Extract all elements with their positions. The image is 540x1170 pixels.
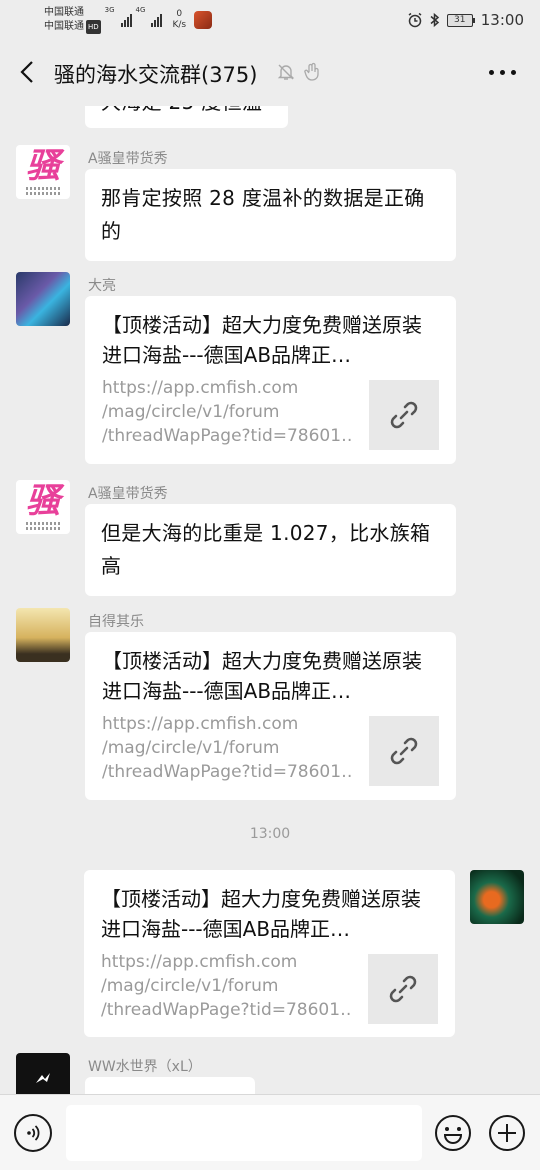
status-time: 13:00 bbox=[480, 11, 524, 29]
link-url: https://app.cmfish.com/mag/circle/v1/for… bbox=[101, 952, 351, 1020]
message-bubble[interactable]: 但是大海的比重是 1.027，比水族箱高 bbox=[85, 504, 456, 596]
sender-name: A骚皇带货秀 bbox=[88, 151, 168, 167]
sender-name: 自得其乐 bbox=[88, 614, 144, 630]
chat-header: 骚的海水交流群(375) bbox=[0, 40, 540, 106]
chat-message-list[interactable]: 大海是 25 度恒温 骚 A骚皇带货秀 那肯定按照 28 度温补的数据是正确的 … bbox=[0, 106, 540, 1094]
brand-logo-icon bbox=[36, 1073, 50, 1083]
time-divider: 13:00 bbox=[249, 826, 291, 842]
link-icon bbox=[390, 737, 418, 765]
hand-icon bbox=[304, 62, 319, 81]
bluetooth-icon bbox=[430, 12, 439, 28]
hd-badge: HD bbox=[86, 20, 101, 34]
link-card[interactable]: 【顶楼活动】超大力度免费赠送原装进口海盐---德国AB品牌正… https://… bbox=[85, 296, 456, 464]
voice-icon bbox=[27, 1125, 40, 1141]
sender-name: WW水世界（xL） bbox=[88, 1059, 202, 1075]
signal-icon bbox=[120, 13, 132, 27]
link-title: 【顶楼活动】超大力度免费赠送原装进口海盐---德国AB品牌正… bbox=[101, 887, 421, 941]
avatar[interactable] bbox=[16, 272, 70, 326]
app-notification-icon bbox=[194, 11, 213, 29]
speed-unit: K/s bbox=[172, 20, 187, 30]
net-speed: 0 K/s bbox=[172, 9, 186, 31]
chat-title: 骚的海水交流群(375) bbox=[54, 63, 258, 87]
avatar[interactable]: 骚 bbox=[16, 480, 70, 534]
link-thumbnail bbox=[368, 954, 438, 1024]
message-input[interactable] bbox=[66, 1105, 422, 1161]
net-type-2: 4G bbox=[135, 6, 146, 14]
mute-icon bbox=[277, 64, 295, 80]
plus-icon[interactable] bbox=[488, 1114, 526, 1152]
my-avatar[interactable] bbox=[470, 870, 524, 924]
status-bar: 中国联通 中国联通 HD 3G 4G 0 K/s 31 13:00 bbox=[0, 0, 540, 40]
carrier-1: 中国联通 bbox=[44, 7, 84, 18]
avatar[interactable] bbox=[16, 608, 70, 662]
link-title: 【顶楼活动】超大力度免费赠送原装进口海盐---德国AB品牌正… bbox=[102, 313, 422, 367]
link-url: https://app.cmfish.com/mag/circle/v1/for… bbox=[102, 714, 352, 782]
link-thumbnail bbox=[369, 380, 439, 450]
link-icon bbox=[390, 401, 418, 429]
alarm-icon bbox=[408, 12, 422, 28]
avatar-logo-text: 骚 bbox=[26, 481, 60, 521]
net-type-1: 3G bbox=[104, 6, 115, 14]
link-card[interactable]: 【顶楼活动】超大力度免费赠送原装进口海盐---德国AB品牌正… https://… bbox=[84, 870, 455, 1037]
message-text: 但是大海的比重是 1.027，比水族箱高 bbox=[101, 521, 431, 578]
link-card[interactable]: 【顶楼活动】超大力度免费赠送原装进口海盐---德国AB品牌正… https://… bbox=[85, 632, 456, 800]
avatar[interactable]: 骚 bbox=[16, 145, 70, 199]
emoji-icon[interactable] bbox=[434, 1114, 472, 1152]
sender-name: A骚皇带货秀 bbox=[88, 486, 168, 502]
link-icon bbox=[389, 975, 417, 1003]
message-text: 那肯定按照 28 度温补的数据是正确的 bbox=[101, 186, 425, 243]
message-bubble[interactable]: 那肯定按照 28 度温补的数据是正确的 bbox=[85, 169, 456, 261]
link-thumbnail bbox=[369, 716, 439, 786]
sender-name: 大亮 bbox=[88, 278, 116, 294]
voice-button[interactable] bbox=[14, 1114, 52, 1152]
carrier-2: 中国联通 bbox=[44, 21, 84, 32]
battery-icon: 31 bbox=[446, 13, 475, 27]
avatar-logo-text: 骚 bbox=[26, 146, 60, 186]
link-url: https://app.cmfish.com/mag/circle/v1/for… bbox=[102, 378, 352, 446]
carrier-info: 中国联通 中国联通 HD bbox=[44, 6, 101, 34]
back-icon[interactable] bbox=[16, 60, 40, 84]
speed-value: 0 bbox=[176, 9, 183, 19]
signal-icon-2 bbox=[151, 13, 163, 27]
message-bubble[interactable]: 大海是 25 度恒温 bbox=[85, 106, 288, 128]
message-text: 大海是 25 度恒温 bbox=[85, 106, 288, 132]
avatar[interactable] bbox=[16, 1053, 70, 1094]
more-icon[interactable] bbox=[489, 70, 516, 75]
input-bar bbox=[0, 1094, 540, 1170]
link-title: 【顶楼活动】超大力度免费赠送原装进口海盐---德国AB品牌正… bbox=[102, 649, 422, 703]
message-bubble[interactable] bbox=[85, 1077, 255, 1094]
